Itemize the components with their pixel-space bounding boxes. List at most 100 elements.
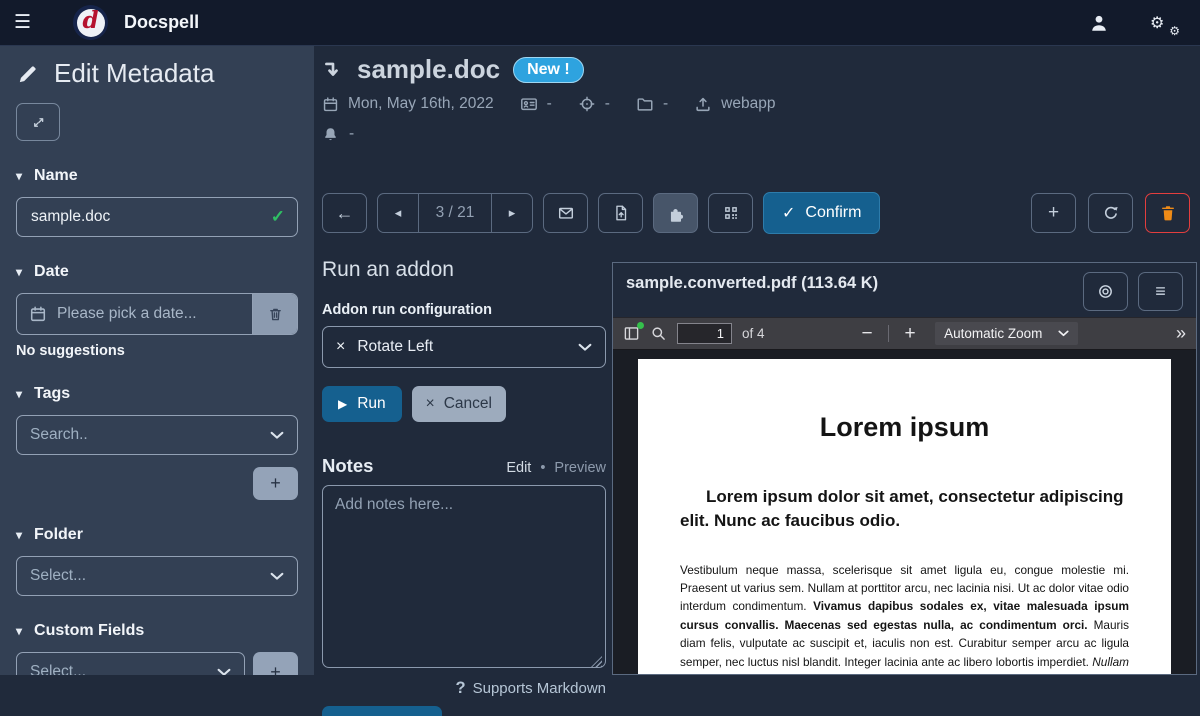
chevron-down-icon xyxy=(270,431,284,440)
prev-item-button[interactable]: ◂ xyxy=(378,194,418,232)
clear-date-button[interactable] xyxy=(252,294,297,334)
folder-heading-label: Folder xyxy=(34,526,83,544)
pdf-header-buttons: ≡ xyxy=(1083,272,1183,311)
times-icon: × xyxy=(426,395,435,413)
caret-down-icon: ▾ xyxy=(16,169,22,183)
name-field: ✓ xyxy=(16,197,298,237)
reload-button[interactable] xyxy=(1088,193,1133,233)
section-heading-tags[interactable]: ▾ Tags xyxy=(16,385,298,403)
attach-file-button[interactable] xyxy=(598,193,643,233)
notes-edit-link[interactable]: Edit xyxy=(506,460,531,476)
docspell-logo-circle: d xyxy=(77,9,105,37)
custom-fields-heading-label: Custom Fields xyxy=(34,622,144,640)
play-icon: ▶ xyxy=(338,397,347,411)
puzzle-icon xyxy=(666,204,685,223)
save-notes-button-partial[interactable] xyxy=(322,706,442,716)
chevron-down-icon xyxy=(578,343,592,352)
confirm-button[interactable]: ✓ Confirm xyxy=(763,192,880,234)
crosshair-icon xyxy=(578,95,596,113)
addons-button[interactable] xyxy=(653,193,698,233)
run-label: Run xyxy=(357,395,385,413)
pdf-page-input[interactable] xyxy=(677,323,732,344)
trash-icon xyxy=(1159,204,1177,222)
caret-down-icon: ▾ xyxy=(16,624,22,638)
notes-textarea[interactable] xyxy=(322,485,606,668)
hamburger-menu-icon[interactable]: ☰ xyxy=(14,11,31,34)
add-item-button[interactable]: + xyxy=(1031,193,1076,233)
toolbar-right-group: + xyxy=(1031,193,1190,233)
item-title: sample.doc xyxy=(357,54,500,85)
cancel-addon-button[interactable]: × Cancel xyxy=(412,386,506,422)
delete-item-button[interactable] xyxy=(1145,193,1190,233)
attachment-menu-button[interactable]: ≡ xyxy=(1138,272,1183,311)
add-custom-field-button[interactable]: + xyxy=(253,652,298,675)
pdf-panel-header: sample.converted.pdf (113.64 K) ≡ xyxy=(613,263,1196,317)
new-badge: New ! xyxy=(513,57,584,83)
zoom-in-button[interactable]: + xyxy=(899,323,921,345)
docspell-logo-glyph: d xyxy=(83,9,99,32)
notes-preview-link[interactable]: Preview xyxy=(554,460,606,476)
qr-code-icon xyxy=(722,204,740,222)
confirm-label: Confirm xyxy=(805,204,861,222)
item-concerning: - xyxy=(605,95,610,113)
custom-field-placeholder: Select... xyxy=(30,663,86,675)
addon-config-dropdown[interactable]: × Rotate Left xyxy=(322,326,606,368)
section-heading-name[interactable]: ▾ Name xyxy=(16,167,298,185)
item-meta-row: Mon, May 16th, 2022 - - - xyxy=(322,95,775,113)
menu-bars-icon: ≡ xyxy=(1155,281,1166,302)
pdfjs-toolbar: of 4 − + Automatic Zoom » xyxy=(613,317,1196,350)
run-addon-button[interactable]: ▶ Run xyxy=(322,386,402,422)
chevron-down-icon xyxy=(270,572,284,581)
clear-selection-icon[interactable]: × xyxy=(336,338,345,356)
markdown-hint: ?Supports Markdown xyxy=(322,679,606,698)
back-button[interactable]: ← xyxy=(322,193,367,233)
section-heading-date[interactable]: ▾ Date xyxy=(16,263,298,281)
tags-search-dropdown[interactable]: Search.. xyxy=(16,415,298,455)
brand-title: Docspell xyxy=(124,12,199,33)
zoom-out-button[interactable]: − xyxy=(856,323,878,345)
date-picker-field[interactable]: Please pick a date... xyxy=(17,294,252,334)
section-heading-custom-fields[interactable]: ▾ Custom Fields xyxy=(16,622,298,640)
eye-icon xyxy=(1096,282,1115,301)
sidebar-title-row: Edit Metadata xyxy=(16,58,298,89)
docspell-logo: d xyxy=(73,5,108,40)
pdf-viewer-area[interactable]: Lorem ipsum Lorem ipsum dolor sit amet, … xyxy=(613,350,1196,674)
user-account-icon[interactable] xyxy=(1088,12,1110,34)
prev-triangle-icon: ◂ xyxy=(395,205,402,221)
upload-icon xyxy=(694,95,712,113)
arrow-left-icon: ← xyxy=(336,203,354,224)
section-heading-folder[interactable]: ▾ Folder xyxy=(16,526,298,544)
notes-actions: Edit • Preview xyxy=(506,460,606,476)
item-source: webapp xyxy=(721,95,775,113)
custom-field-dropdown[interactable]: Select... xyxy=(16,652,245,675)
send-mail-button[interactable] xyxy=(543,193,588,233)
caret-down-icon: ▾ xyxy=(16,265,22,279)
item-correspondent: - xyxy=(547,95,552,113)
add-tag-button[interactable]: + xyxy=(253,467,298,500)
toolbar-more-tools-button[interactable]: » xyxy=(1176,323,1186,344)
calendar-icon xyxy=(29,305,47,323)
notes-heading: Notes xyxy=(322,455,373,477)
pdf-sidebar-toggle-button[interactable] xyxy=(623,325,640,342)
pdf-page-count: of 4 xyxy=(742,326,765,341)
qr-code-button[interactable] xyxy=(708,193,753,233)
name-heading-label: Name xyxy=(34,167,78,185)
settings-gears-icon[interactable]: ⚙⚙ xyxy=(1150,13,1176,33)
date-field-group: Please pick a date... xyxy=(16,293,298,335)
preview-eye-button[interactable] xyxy=(1083,272,1128,311)
pdf-page: Lorem ipsum Lorem ipsum dolor sit amet, … xyxy=(638,359,1171,674)
expand-sidebar-button[interactable] xyxy=(16,103,60,141)
envelope-icon xyxy=(557,204,575,222)
item-title-row: sample.doc New ! xyxy=(322,54,775,85)
help-question-icon[interactable]: ? xyxy=(456,679,466,697)
tags-actions-row: + xyxy=(16,467,298,500)
toolbar-divider xyxy=(888,325,889,342)
name-input[interactable] xyxy=(29,207,261,227)
level-down-arrow-icon xyxy=(322,58,344,82)
refresh-icon xyxy=(1102,204,1120,222)
pdf-search-button[interactable] xyxy=(650,325,667,342)
date-heading-label: Date xyxy=(34,263,69,281)
next-item-button[interactable]: ▸ xyxy=(492,194,532,232)
folder-dropdown[interactable]: Select... xyxy=(16,556,298,596)
zoom-level-select[interactable]: Automatic Zoom xyxy=(935,322,1078,345)
